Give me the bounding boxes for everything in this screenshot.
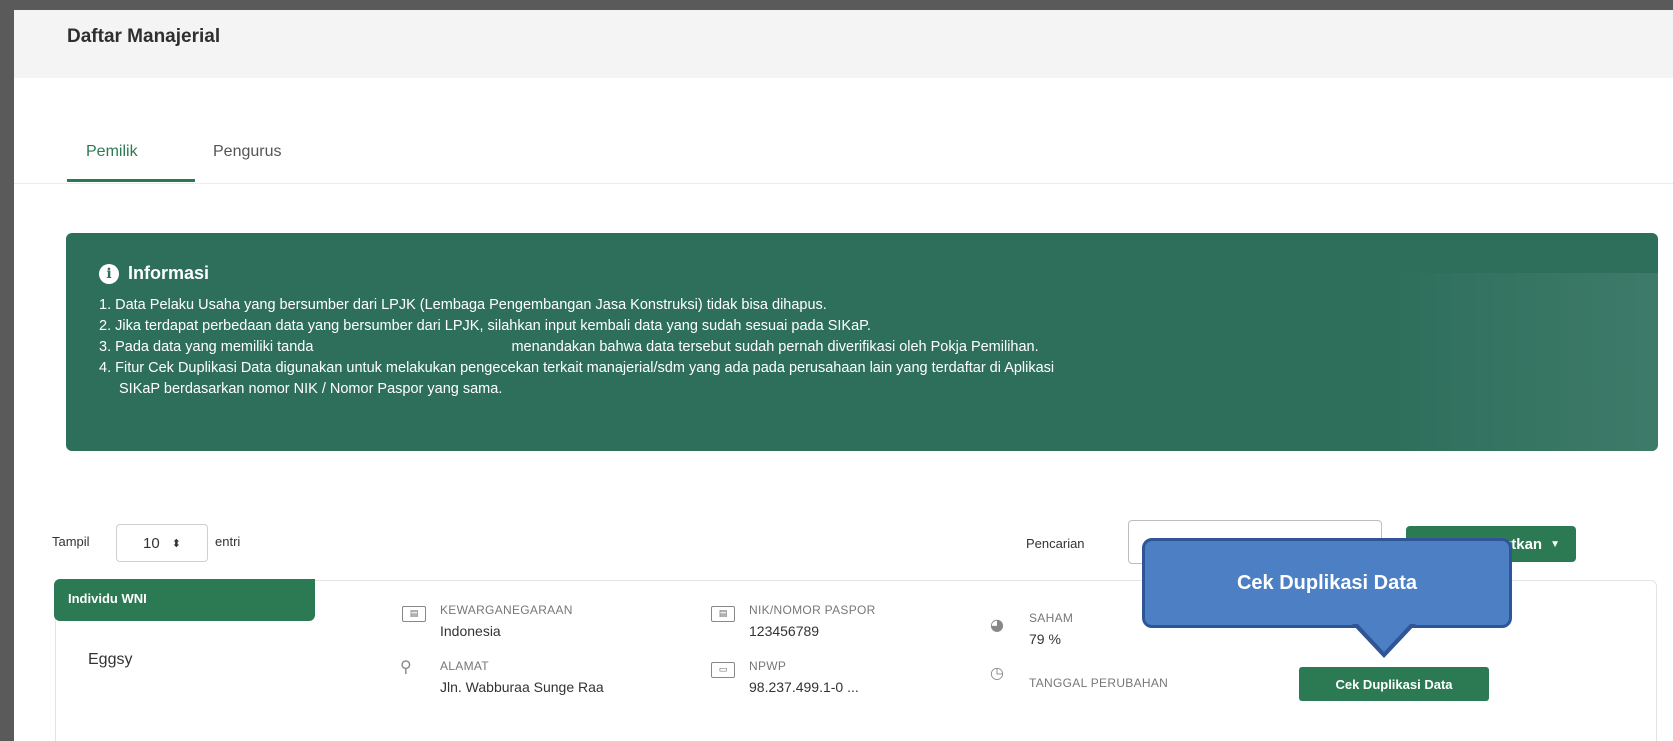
npwp-value: 98.237.499.1-0 ... bbox=[749, 679, 859, 695]
id-card-icon: ▤ bbox=[711, 606, 735, 622]
caret-down-icon: ▼ bbox=[1550, 538, 1560, 550]
kewarganegaraan-label: KEWARGANEGARAAN bbox=[440, 603, 573, 617]
show-label: Tampil bbox=[52, 534, 90, 549]
info-icon: i bbox=[99, 263, 119, 284]
page-size-select[interactable]: 10 ⬍ bbox=[116, 524, 208, 562]
entries-label: entri bbox=[215, 534, 241, 549]
info-line-3a: 3. Pada data yang memiliki tanda bbox=[99, 339, 314, 355]
info-list: 1. Data Pelaku Usaha yang bersumber dari… bbox=[99, 295, 1619, 400]
page-size-value: 10 bbox=[143, 534, 160, 552]
id-card-icon: ▤ bbox=[402, 606, 426, 622]
updown-icon: ⬍ bbox=[171, 537, 181, 550]
saham-label: SAHAM bbox=[1029, 611, 1074, 625]
info-line-4b: SIKaP berdasarkan nomor NIK / Nomor Pasp… bbox=[119, 381, 503, 397]
info-line-2: 2. Jika terdapat perbedaan data yang ber… bbox=[99, 318, 871, 334]
nik-label: NIK/NOMOR PASPOR bbox=[749, 603, 876, 617]
callout-arrow-fill bbox=[1356, 622, 1412, 652]
app-window: Daftar Manajerial Pemilik Pengurus i Inf… bbox=[14, 10, 1673, 741]
callout-annotation: Cek Duplikasi Data bbox=[1142, 538, 1512, 628]
kewarganegaraan-value: Indonesia bbox=[440, 623, 501, 639]
card-type-badge: Individu WNI bbox=[54, 579, 315, 621]
info-line-3b: menandakan bahwa data tersebut sudah per… bbox=[511, 339, 1039, 355]
info-line-3: 3. Pada data yang memiliki tanda menanda… bbox=[99, 337, 1619, 358]
tab-bar: Pemilik Pengurus bbox=[14, 125, 1673, 184]
page-header: Daftar Manajerial bbox=[14, 10, 1673, 78]
alamat-value: Jln. Wabburaa Sunge Raa bbox=[440, 679, 604, 695]
location-pin-icon: ⚲ bbox=[400, 657, 412, 676]
info-title: Informasi bbox=[128, 263, 210, 283]
pie-chart-icon: ◕ bbox=[990, 615, 1004, 634]
page-title: Daftar Manajerial bbox=[67, 26, 221, 47]
active-tab-indicator bbox=[67, 179, 195, 182]
info-line-1: 1. Data Pelaku Usaha yang bersumber dari… bbox=[99, 297, 827, 313]
tanggal-label: TANGGAL PERUBAHAN bbox=[1029, 676, 1169, 690]
person-name: Eggsy bbox=[88, 651, 133, 668]
npwp-label: NPWP bbox=[749, 659, 787, 673]
tab-pemilik[interactable]: Pemilik bbox=[86, 143, 138, 161]
search-label: Pencarian bbox=[1026, 536, 1085, 551]
tab-pengurus[interactable]: Pengurus bbox=[213, 143, 282, 161]
info-panel: i Informasi 1. Data Pelaku Usaha yang be… bbox=[66, 233, 1658, 451]
info-heading: i Informasi bbox=[99, 263, 209, 284]
credit-card-icon: ▭ bbox=[711, 662, 735, 678]
clock-icon: ◷ bbox=[990, 663, 1004, 682]
nik-value: 123456789 bbox=[749, 623, 820, 639]
alamat-label: ALAMAT bbox=[440, 659, 489, 673]
info-line-4: 4. Fitur Cek Duplikasi Data digunakan un… bbox=[99, 360, 1055, 376]
check-duplicate-button[interactable]: Cek Duplikasi Data bbox=[1299, 667, 1489, 701]
saham-value: 79 % bbox=[1029, 631, 1061, 647]
